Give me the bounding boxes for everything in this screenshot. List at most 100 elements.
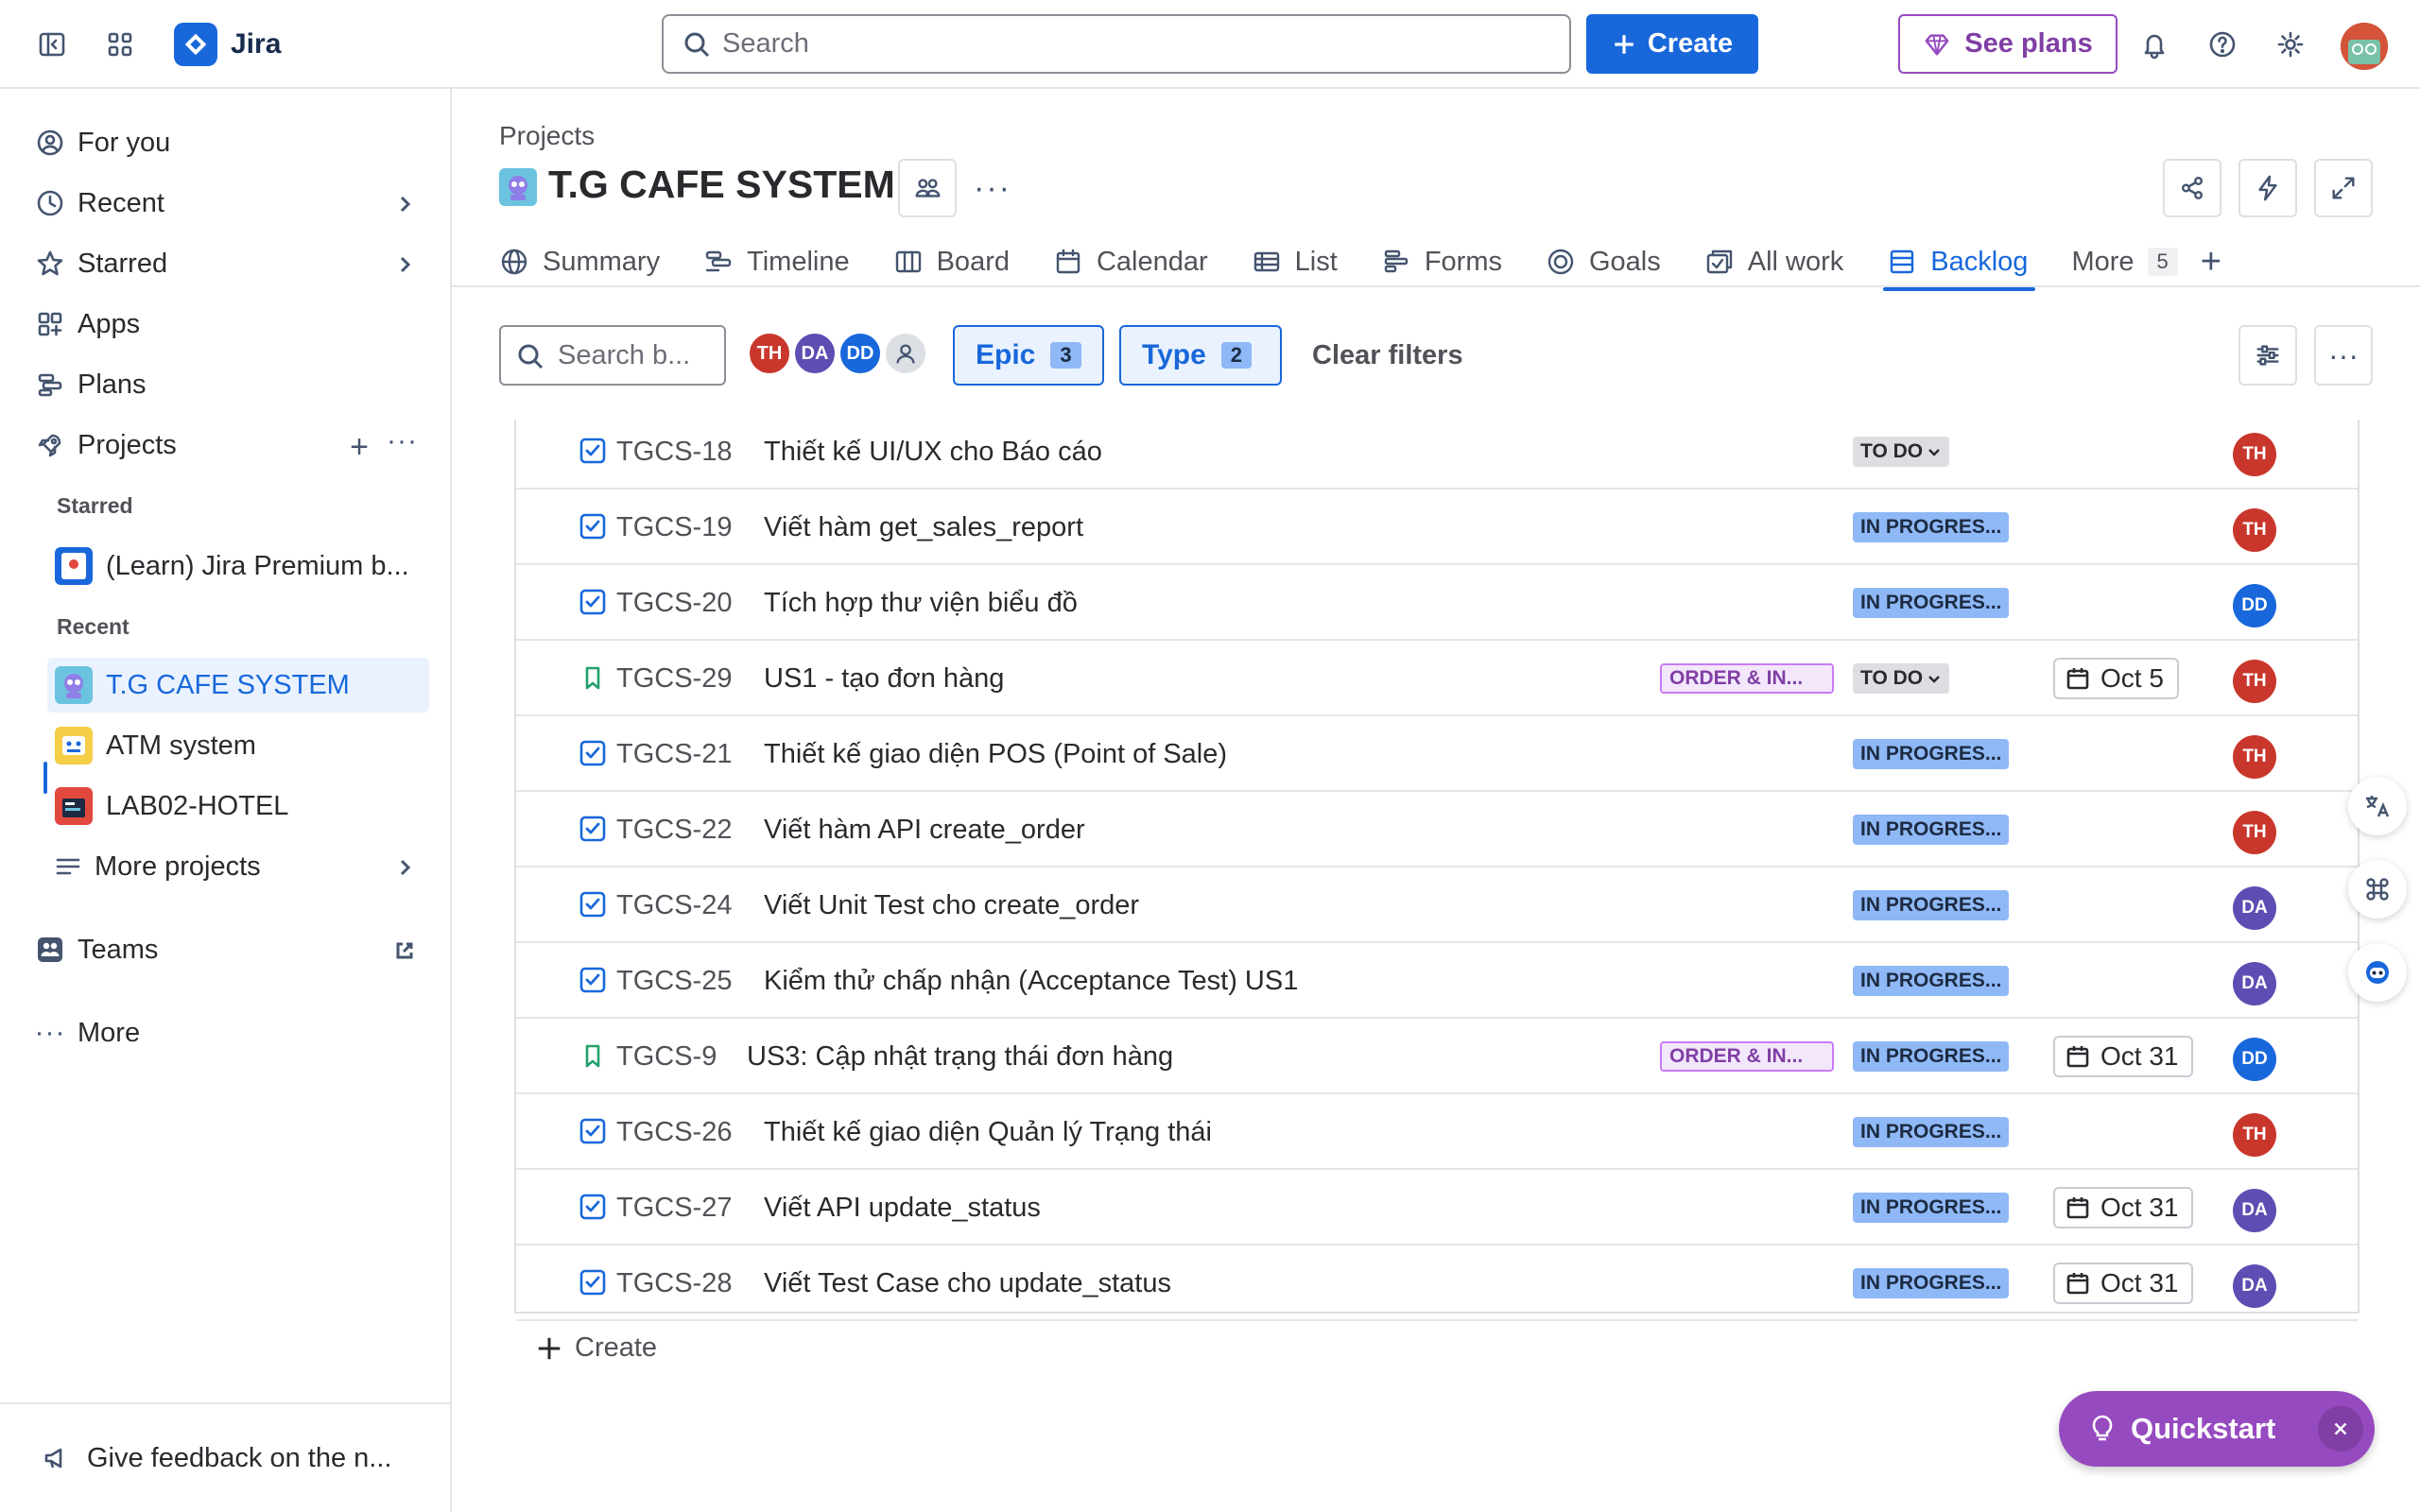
tab-goals[interactable]: Goals — [1546, 236, 1661, 287]
issue-key[interactable]: TGCS-18 — [616, 437, 732, 468]
issue-summary[interactable]: Tích hợp thư viện biểu đồ — [764, 588, 1078, 619]
filter-avatar-th[interactable]: TH — [747, 331, 792, 376]
issue-row[interactable]: TGCS-19 Viết hàm get_sales_report IN PROGR… — [516, 490, 2358, 565]
assignee-avatar[interactable]: TH — [2233, 735, 2276, 779]
sidebar-item-projects[interactable]: Projects + ··· — [23, 418, 429, 472]
assignee-avatar[interactable]: DA — [2233, 1264, 2276, 1308]
issue-row[interactable]: TGCS-29 US1 - tạo đơn hàng ORDER & IN... TO… — [516, 641, 2358, 716]
assignee-avatar[interactable]: TH — [2233, 508, 2276, 552]
apps-grid-button[interactable] — [2348, 860, 2407, 919]
epic-lozenge[interactable]: ORDER & IN... — [1660, 1041, 1834, 1072]
due-date[interactable]: Oct 31 — [2053, 1036, 2194, 1077]
issue-key[interactable]: TGCS-27 — [616, 1193, 732, 1224]
create-issue-button[interactable]: Create — [535, 1332, 657, 1364]
sidebar-item-apps[interactable]: Apps — [23, 297, 429, 352]
help-icon[interactable] — [2201, 23, 2244, 66]
projects-more-icon[interactable]: ··· — [387, 425, 418, 457]
issue-row[interactable]: TGCS-20 Tích hợp thư viện biểu đồ IN PROGR… — [516, 565, 2358, 641]
issue-summary[interactable]: Viết hàm API create_order — [764, 815, 1085, 846]
backlog-more-actions-icon[interactable]: ··· — [2314, 325, 2373, 386]
assignee-avatar[interactable]: TH — [2233, 811, 2276, 854]
tab-board[interactable]: Board — [893, 236, 1010, 287]
due-date[interactable]: Oct 31 — [2053, 1187, 2194, 1228]
sidebar-project-tg-cafe[interactable]: T.G CAFE SYSTEM — [47, 658, 429, 713]
chevron-right-icon[interactable] — [393, 252, 416, 275]
due-date[interactable]: Oct 5 — [2053, 658, 2179, 699]
issue-key[interactable]: TGCS-28 — [616, 1268, 732, 1299]
notifications-bell-icon[interactable] — [2133, 23, 2176, 66]
status-lozenge[interactable]: IN PROGRES... — [1853, 815, 2010, 845]
issue-key[interactable]: TGCS-29 — [616, 663, 732, 695]
issue-row[interactable]: TGCS-27 Viết API update_status IN PROGRES.… — [516, 1170, 2358, 1246]
issue-row[interactable]: TGCS-21 Thiết kế giao diện POS (Point of … — [516, 716, 2358, 792]
status-lozenge[interactable]: TO DO — [1853, 437, 1950, 467]
jira-logo-icon[interactable] — [174, 23, 217, 66]
sidebar-project-learn-jira[interactable]: (Learn) Jira Premium b... — [23, 539, 429, 593]
filter-avatar-da[interactable]: DA — [792, 331, 838, 376]
sidebar-project-lab02-hotel[interactable]: LAB02-HOTEL — [23, 779, 429, 833]
rovo-assistant-button[interactable] — [2348, 943, 2407, 1002]
issue-row[interactable]: TGCS-9 US3: Cập nhật trạng thái đơn hàng O… — [516, 1019, 2358, 1094]
issue-row[interactable]: TGCS-25 Kiểm thử chấp nhận (Acceptance Te… — [516, 943, 2358, 1019]
app-switcher-icon[interactable] — [98, 23, 142, 66]
issue-summary[interactable]: Thiết kế giao diện Quản lý Trạng thái — [764, 1117, 1212, 1148]
assignee-avatar[interactable]: DA — [2233, 886, 2276, 930]
issue-key[interactable]: TGCS-26 — [616, 1117, 732, 1148]
team-members-button[interactable] — [898, 159, 957, 217]
settings-gear-icon[interactable] — [2269, 23, 2312, 66]
backlog-search-input[interactable]: Search b... — [499, 325, 726, 386]
tab-all-work[interactable]: All work — [1704, 236, 1843, 287]
issue-summary[interactable]: Thiết kế giao diện POS (Point of Sale) — [764, 739, 1227, 770]
filter-avatar-dd[interactable]: DD — [838, 331, 883, 376]
see-plans-button[interactable]: See plans — [1898, 14, 2118, 74]
sidebar-more-projects[interactable]: More projects — [23, 839, 429, 894]
assignee-avatar[interactable]: TH — [2233, 433, 2276, 476]
issue-row[interactable]: TGCS-26 Thiết kế giao diện Quản lý Trạng … — [516, 1094, 2358, 1170]
app-name[interactable]: Jira — [231, 28, 281, 60]
assignee-avatar[interactable]: DD — [2233, 1038, 2276, 1081]
issue-key[interactable]: TGCS-22 — [616, 815, 732, 846]
tab-forms[interactable]: Forms — [1381, 236, 1502, 287]
status-lozenge[interactable]: IN PROGRES... — [1853, 966, 2010, 996]
clear-filters-button[interactable]: Clear filters — [1312, 340, 1463, 371]
type-filter-button[interactable]: Type 2 — [1119, 325, 1282, 386]
tab-timeline[interactable]: Timeline — [703, 236, 850, 287]
close-icon[interactable] — [2318, 1406, 2363, 1452]
issue-summary[interactable]: Kiểm thử chấp nhận (Acceptance Test) US1 — [764, 966, 1298, 997]
breadcrumb-projects[interactable]: Projects — [499, 121, 595, 151]
issue-key[interactable]: TGCS-9 — [616, 1041, 717, 1073]
issue-key[interactable]: TGCS-24 — [616, 890, 732, 921]
status-lozenge[interactable]: IN PROGRES... — [1853, 739, 2010, 769]
assignee-avatar[interactable]: TH — [2233, 1113, 2276, 1157]
issue-key[interactable]: TGCS-21 — [616, 739, 732, 770]
sidebar-toggle-icon[interactable] — [30, 23, 74, 66]
issue-row[interactable]: TGCS-18 Thiết kế UI/UX cho Báo cáo TO DO TH — [516, 414, 2358, 490]
external-link-icon[interactable] — [393, 938, 416, 961]
issue-summary[interactable]: Viết hàm get_sales_report — [764, 512, 1083, 543]
global-search-input[interactable]: Search — [662, 14, 1571, 74]
assignee-avatar[interactable]: DD — [2233, 584, 2276, 627]
user-avatar[interactable] — [2341, 23, 2388, 70]
due-date[interactable]: Oct 31 — [2053, 1263, 2194, 1304]
sidebar-item-recent[interactable]: Recent — [23, 176, 429, 231]
status-lozenge[interactable]: IN PROGRES... — [1853, 588, 2010, 618]
quickstart-button[interactable]: Quickstart — [2059, 1391, 2375, 1467]
issue-row[interactable]: TGCS-24 Viết Unit Test cho create_order IN… — [516, 868, 2358, 943]
add-project-plus-icon[interactable]: + — [350, 429, 369, 466]
status-lozenge[interactable]: IN PROGRES... — [1853, 890, 2010, 920]
status-lozenge[interactable]: IN PROGRES... — [1853, 1268, 2010, 1298]
tab-calendar[interactable]: Calendar — [1053, 236, 1208, 287]
issue-summary[interactable]: Thiết kế UI/UX cho Báo cáo — [764, 437, 1102, 468]
sidebar-item-for-you[interactable]: For you — [23, 115, 429, 170]
tab-backlog[interactable]: Backlog — [1883, 236, 2036, 291]
issue-summary[interactable]: US1 - tạo đơn hàng — [764, 663, 1004, 695]
filter-unassigned-avatar[interactable] — [883, 331, 928, 376]
sidebar-item-more[interactable]: ··· More — [23, 1005, 429, 1060]
tab-more[interactable]: More 5 — [2071, 236, 2178, 287]
issue-summary[interactable]: Viết API update_status — [764, 1193, 1041, 1224]
tab-list[interactable]: List — [1252, 236, 1338, 287]
issue-summary[interactable]: Viết Unit Test cho create_order — [764, 890, 1139, 921]
sidebar-item-plans[interactable]: Plans — [23, 357, 429, 412]
status-lozenge[interactable]: IN PROGRES... — [1853, 1041, 2010, 1072]
share-button[interactable] — [2163, 159, 2221, 217]
